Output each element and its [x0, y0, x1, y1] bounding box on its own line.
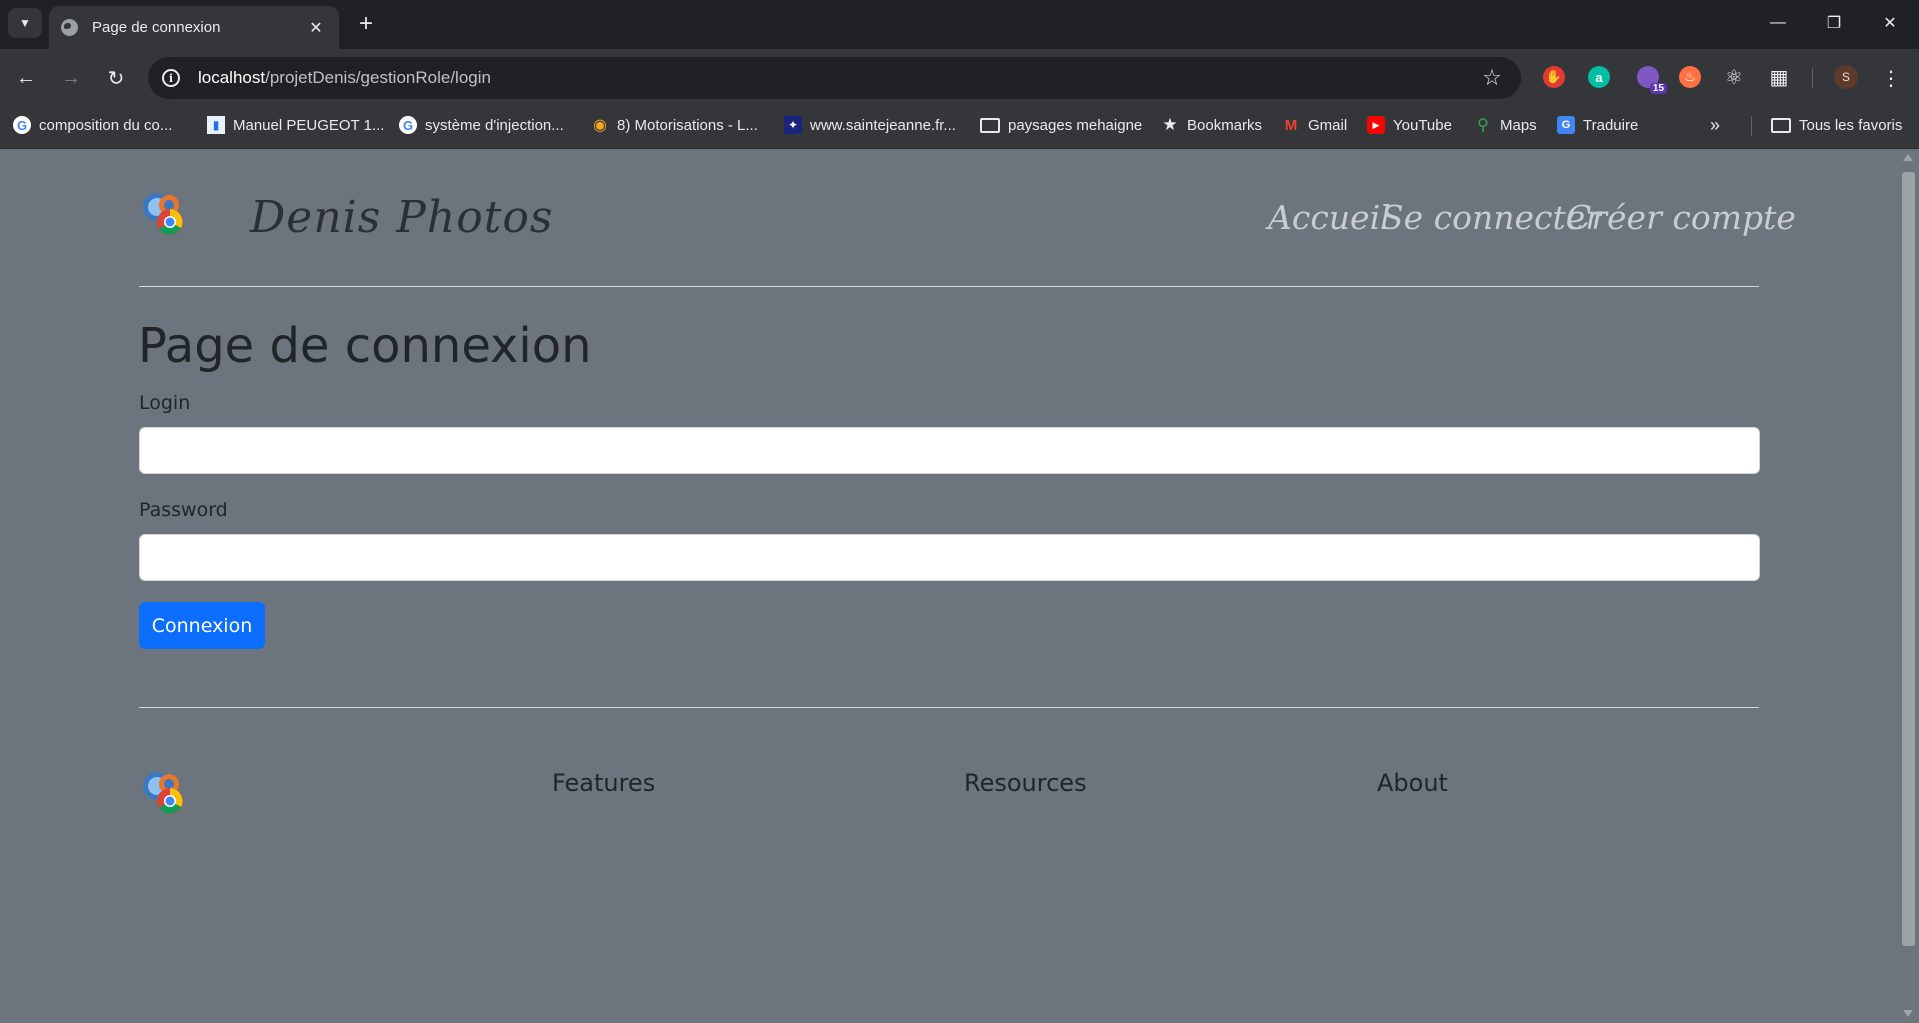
bookmark-item[interactable]: G Traduire: [1557, 109, 1638, 141]
address-bar[interactable]: i localhost/projetDenis/gestionRole/logi…: [148, 57, 1521, 99]
nav-link-creer-compte[interactable]: Créer compte: [1566, 198, 1796, 237]
gmail-icon: M: [1284, 116, 1298, 134]
bookmark-item[interactable]: ▶ YouTube: [1367, 109, 1452, 141]
bookmark-item[interactable]: ✦ www.saintejeanne.fr...: [784, 109, 956, 141]
maps-icon: ⚲: [1477, 117, 1489, 134]
youtube-icon: ▶: [1367, 116, 1385, 134]
page-title: Page de connexion: [138, 318, 592, 374]
forward-button[interactable]: →: [54, 61, 88, 95]
site-icon: ◉: [593, 117, 607, 134]
extensions-button[interactable]: ▦: [1764, 62, 1794, 92]
browsers-logo-icon: [143, 772, 183, 814]
restore-button[interactable]: ❐: [1806, 0, 1862, 46]
new-tab-button[interactable]: +: [352, 10, 380, 38]
header-divider: [139, 286, 1759, 287]
bookmark-item[interactable]: G composition du co...: [13, 109, 172, 141]
scroll-up-arrow-icon[interactable]: [1903, 154, 1913, 161]
scrollbar-thumb[interactable]: [1902, 172, 1915, 946]
password-input[interactable]: [139, 534, 1760, 581]
bookmarks-divider: [1751, 116, 1752, 136]
extension-fire[interactable]: ♨: [1675, 62, 1705, 92]
toolbar-divider: [1812, 68, 1813, 88]
manual-icon: ▮: [207, 116, 225, 134]
google-icon: G: [13, 116, 31, 134]
browser-toolbar: ← → ↻ i localhost/projetDenis/gestionRol…: [0, 49, 1919, 109]
active-tab[interactable]: Page de connexion ✕: [49, 6, 339, 49]
close-icon[interactable]: ✕: [305, 17, 327, 39]
reload-button[interactable]: ↻: [99, 61, 133, 95]
folder-icon: [1771, 117, 1791, 133]
folder-icon: [980, 117, 1000, 133]
login-input[interactable]: [139, 427, 1760, 474]
connexion-button[interactable]: Connexion: [139, 602, 265, 649]
atom-icon: ⚛: [1725, 66, 1743, 89]
bookmark-star-icon[interactable]: ☆: [1477, 65, 1507, 91]
bookmark-item[interactable]: G système d'injection...: [399, 109, 564, 141]
kebab-menu-icon[interactable]: ⋮: [1878, 63, 1904, 93]
footer-heading-resources: Resources: [964, 769, 1087, 797]
chevron-double-right-icon[interactable]: »: [1710, 109, 1720, 141]
profile-avatar[interactable]: S: [1834, 65, 1858, 89]
bookmark-folder[interactable]: paysages mehaigne: [980, 109, 1142, 141]
nav-link-accueil[interactable]: Accueil: [1268, 198, 1391, 237]
star-icon: ★: [1162, 115, 1178, 134]
site-info-icon[interactable]: i: [162, 69, 180, 87]
url-text[interactable]: localhost/projetDenis/gestionRole/login: [198, 68, 1477, 88]
bookmark-item[interactable]: ▮ Manuel PEUGEOT 1...: [207, 109, 384, 141]
back-button[interactable]: ←: [9, 61, 43, 95]
bookmark-item[interactable]: ◉ 8) Motorisations - L...: [591, 109, 758, 141]
flame-icon: ♨: [1679, 66, 1701, 88]
vertical-scrollbar[interactable]: [1898, 150, 1919, 1023]
minimize-button[interactable]: —: [1750, 0, 1806, 46]
all-bookmarks[interactable]: Tous les favoris: [1771, 109, 1902, 141]
extension-adblock[interactable]: ✋: [1539, 62, 1569, 92]
extension-a[interactable]: a: [1584, 62, 1614, 92]
globe-icon: [61, 19, 78, 36]
footer-divider: [139, 707, 1759, 708]
site-icon: ✦: [784, 116, 802, 134]
extension-react[interactable]: ⚛: [1719, 62, 1749, 92]
extension-badge: 15: [1649, 83, 1667, 94]
password-label: Password: [139, 499, 228, 521]
login-label: Login: [139, 392, 191, 414]
letter-a-icon: a: [1588, 66, 1610, 88]
bookmark-item[interactable]: ★ Bookmarks: [1161, 109, 1262, 141]
hand-stop-icon: ✋: [1543, 66, 1565, 88]
tab-search-button[interactable]: ▼: [8, 8, 42, 38]
bookmarks-bar: G composition du co... ▮ Manuel PEUGEOT …: [0, 109, 1919, 149]
footer-heading-about: About: [1377, 769, 1448, 797]
puzzle-icon: ▦: [1769, 66, 1789, 89]
footer-heading-features: Features: [552, 769, 656, 797]
site-brand[interactable]: Denis Photos: [250, 192, 553, 243]
page-content: Denis Photos Accueil Se connecter Créer …: [0, 150, 1898, 1023]
chevron-down-icon: ▼: [19, 16, 31, 30]
tab-title: Page de connexion: [92, 19, 221, 36]
window-close-button[interactable]: ✕: [1862, 0, 1918, 46]
bookmark-item[interactable]: M Gmail: [1282, 109, 1347, 141]
browsers-logo-icon[interactable]: [139, 189, 187, 237]
bookmark-item[interactable]: ⚲ Maps: [1474, 109, 1537, 141]
browser-tab-strip: ▼ Page de connexion ✕ + — ❐ ✕: [0, 0, 1919, 49]
google-icon: G: [399, 116, 417, 134]
translate-icon: G: [1557, 116, 1575, 134]
scroll-down-arrow-icon[interactable]: [1903, 1010, 1913, 1017]
extension-counter[interactable]: 15: [1633, 62, 1667, 94]
